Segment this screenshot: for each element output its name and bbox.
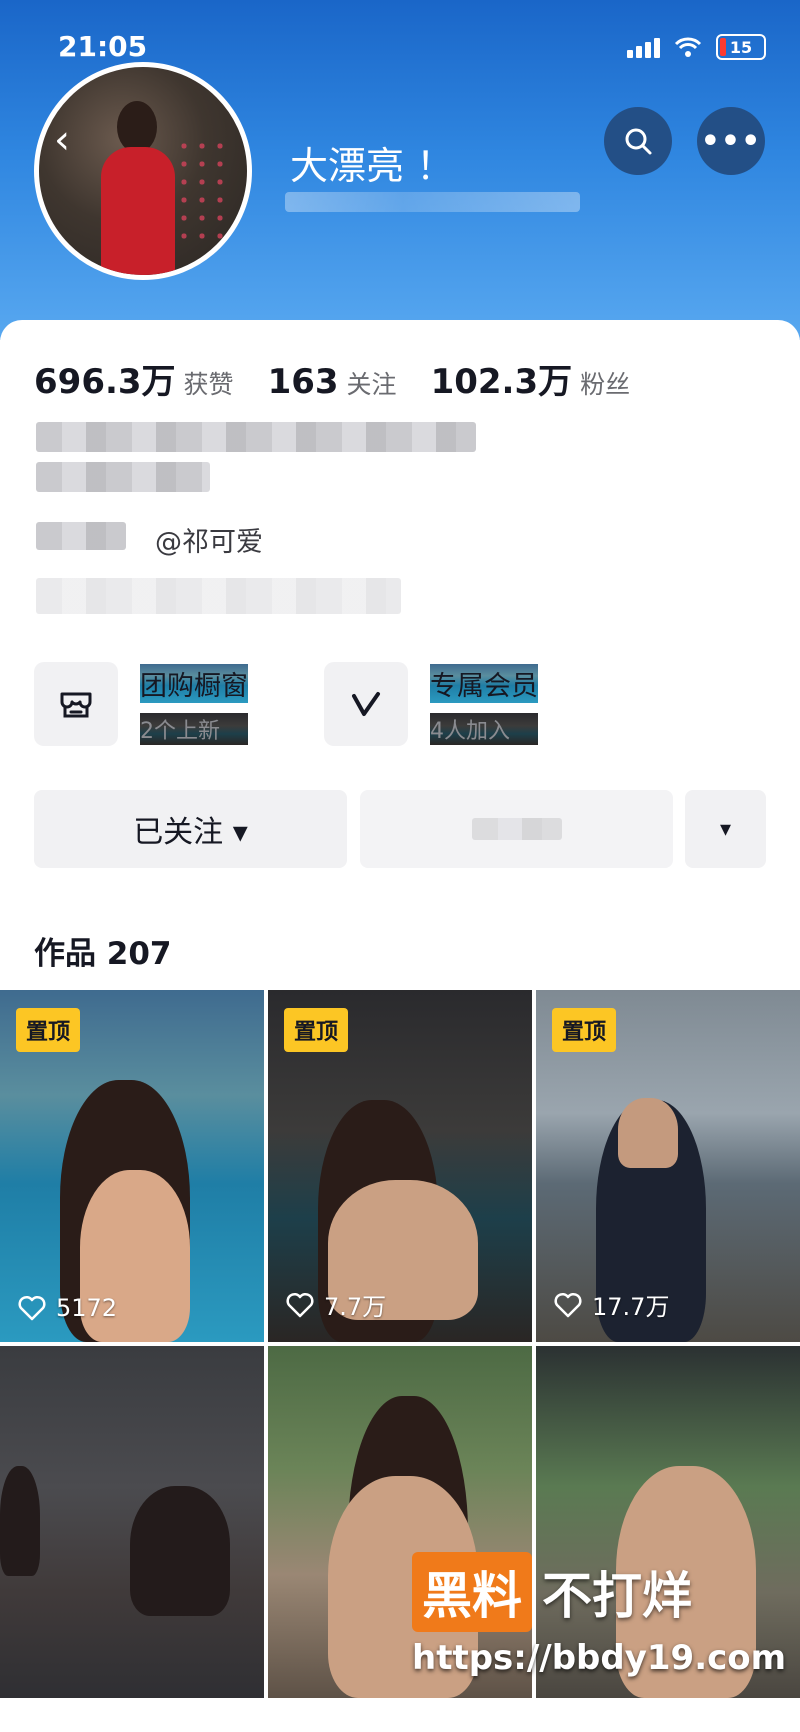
watermark: 黑料 不打烊 https://bbdy19.com bbox=[412, 1552, 786, 1678]
work-tile[interactable]: 置顶 7.7万 bbox=[268, 990, 532, 1342]
profile-name: 大漂亮 ！ bbox=[290, 144, 455, 188]
blurred-bio-prefix bbox=[36, 522, 126, 550]
blurred-bio-line-2 bbox=[36, 462, 210, 492]
followers-count[interactable]: 102.3万 bbox=[431, 354, 573, 403]
battery-icon: 15 bbox=[716, 34, 766, 60]
like-count-value: 17.7万 bbox=[592, 1293, 670, 1321]
search-button[interactable] bbox=[604, 107, 672, 175]
likes-count: 696.3万 bbox=[34, 362, 176, 402]
profile-card: 696.3万 获赞 163 关注 102.3万 粉丝 @祁可爱 团购橱窗 2个上… bbox=[0, 320, 800, 1732]
following-count[interactable]: 163 bbox=[268, 362, 339, 402]
like-count: 7.7万 bbox=[286, 1287, 386, 1322]
caret-down-icon[interactable]: ▾ bbox=[685, 790, 766, 868]
like-count-value: 5172 bbox=[56, 1294, 118, 1322]
signal-icon bbox=[627, 36, 660, 58]
status-icons: 15 bbox=[627, 34, 766, 60]
following-label[interactable]: 关注 bbox=[347, 365, 397, 401]
avatar[interactable] bbox=[34, 62, 252, 280]
work-tile[interactable]: 置顶 17.7万 bbox=[536, 990, 800, 1342]
vip-icon bbox=[324, 662, 408, 746]
profile-header: 21:05 15 ‹ 大漂亮 ！ ••• bbox=[0, 0, 800, 340]
heart-icon bbox=[554, 1292, 582, 1317]
watermark-url: https://bbdy19.com bbox=[412, 1638, 787, 1678]
watermark-brand-text: 不打烊 bbox=[542, 1567, 692, 1625]
membership-title: 专属会员 bbox=[430, 663, 538, 703]
like-count: 5172 bbox=[18, 1294, 117, 1322]
more-button[interactable]: ••• bbox=[697, 107, 765, 175]
watermark-brand-box: 黑料 bbox=[412, 1552, 532, 1632]
search-icon bbox=[625, 128, 652, 155]
blurred-bio-line-1 bbox=[36, 422, 476, 452]
likes-label: 获赞 bbox=[183, 370, 234, 399]
like-count-value: 7.7万 bbox=[324, 1293, 387, 1321]
heart-icon bbox=[286, 1292, 314, 1317]
shop-window-subtitle: 2个上新 bbox=[140, 712, 248, 745]
wifi-icon bbox=[674, 37, 702, 57]
work-tile[interactable] bbox=[0, 1346, 264, 1698]
blurred-account-id bbox=[285, 192, 580, 212]
work-tile[interactable]: 置顶 5172 bbox=[0, 990, 264, 1342]
battery-level: 15 bbox=[729, 37, 753, 57]
pinned-badge: 置顶 bbox=[16, 1008, 81, 1052]
followers-label[interactable]: 粉丝 bbox=[580, 365, 630, 401]
followed-button[interactable]: 已关注 ▾ bbox=[34, 790, 347, 868]
message-button[interactable] bbox=[360, 790, 673, 868]
like-count: 17.7万 bbox=[554, 1287, 669, 1322]
pinned-badge: 置顶 bbox=[552, 1008, 617, 1052]
membership-subtitle: 4人加入 bbox=[430, 712, 538, 745]
bio-mention[interactable]: @祁可爱 bbox=[155, 520, 263, 559]
shop-window-title: 团购橱窗 bbox=[140, 663, 248, 703]
shop-icon bbox=[34, 662, 118, 746]
heart-icon bbox=[18, 1295, 46, 1321]
stats-row: 696.3万 获赞 163 关注 102.3万 粉丝 bbox=[34, 354, 664, 403]
membership-entry[interactable]: 专属会员 4人加入 bbox=[324, 662, 538, 746]
status-time: 21:05 bbox=[58, 30, 148, 63]
shop-window-entry[interactable]: 团购橱窗 2个上新 bbox=[34, 662, 248, 746]
blurred-tags bbox=[36, 578, 401, 614]
works-title[interactable]: 作品 207 bbox=[34, 928, 172, 973]
back-icon[interactable]: ‹ bbox=[54, 120, 70, 160]
more-icon: ••• bbox=[700, 123, 762, 159]
pinned-badge: 置顶 bbox=[284, 1008, 349, 1052]
